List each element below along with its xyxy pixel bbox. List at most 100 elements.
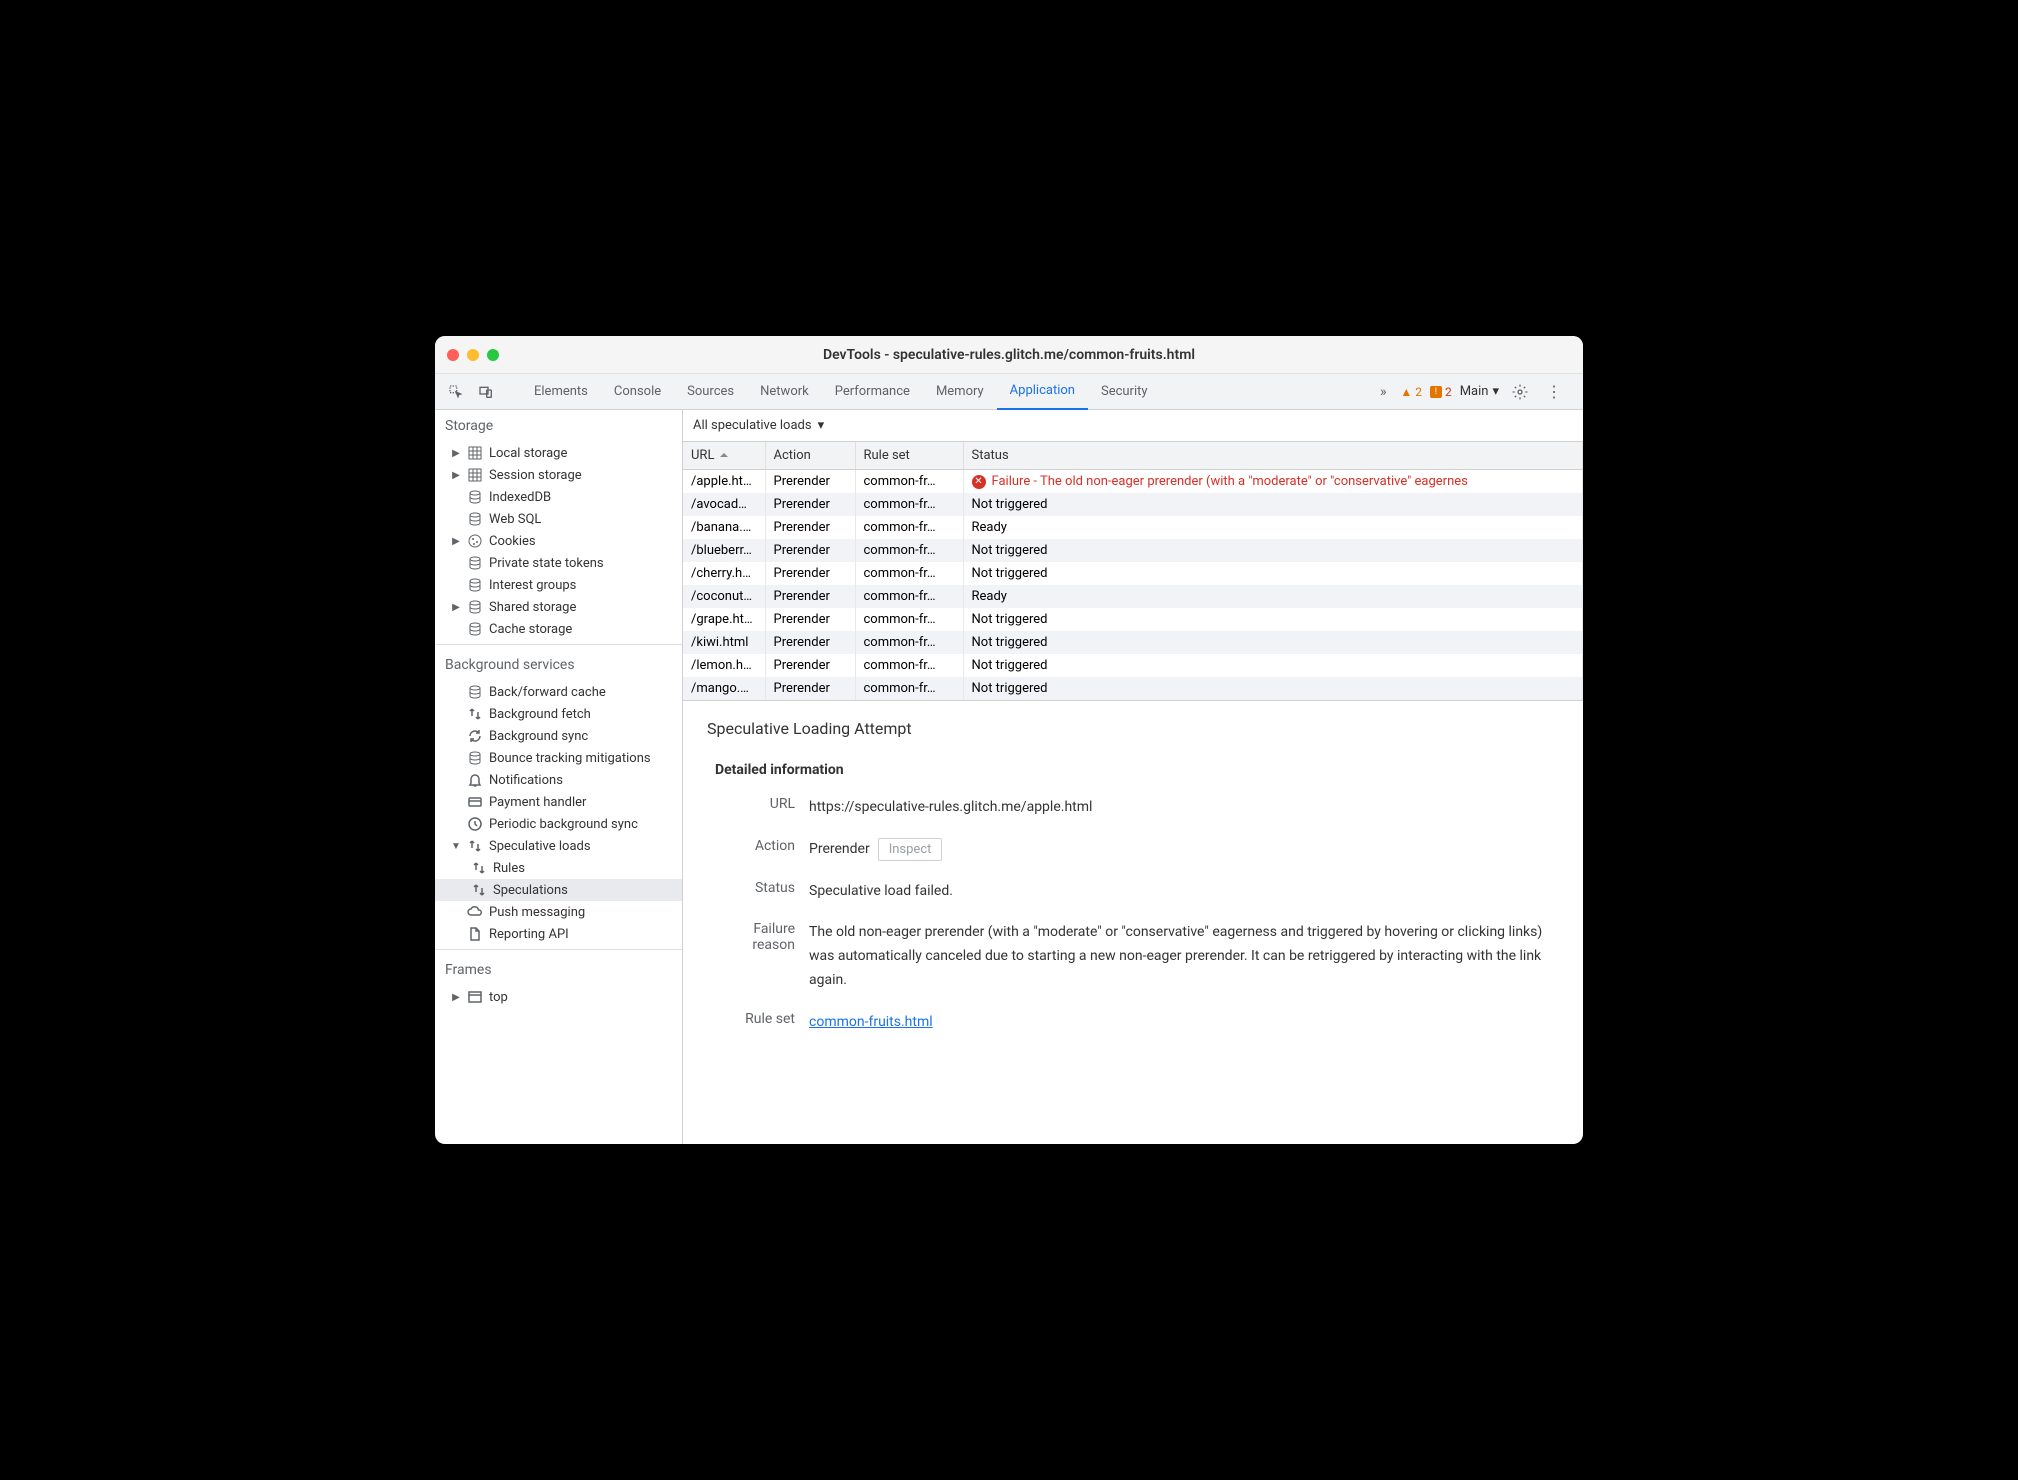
content-area: All speculative loads ▾ URL Action Rule … [683, 410, 1583, 1144]
db-icon [467, 750, 483, 766]
sidebar-item-rules[interactable]: Rules [435, 857, 682, 879]
inspect-button[interactable]: Inspect [878, 838, 943, 861]
detail-status: Speculative load failed. [809, 880, 1559, 904]
detail-failure: The old non-eager prerender (with a "mod… [809, 921, 1559, 992]
expand-arrow-icon: ▶ [451, 536, 461, 547]
sidebar-item-indexeddb[interactable]: IndexedDB [435, 486, 682, 508]
tab-application[interactable]: Application [997, 374, 1088, 410]
expand-arrow-icon: ▶ [451, 448, 461, 459]
sidebar-item-web-sql[interactable]: Web SQL [435, 508, 682, 530]
card-icon [467, 794, 483, 810]
sidebar-label: IndexedDB [489, 490, 551, 505]
sidebar-item-bounce-tracking-mitigations[interactable]: Bounce tracking mitigations [435, 747, 682, 769]
sidebar-label: Notifications [489, 773, 563, 788]
table-row[interactable]: /coconut…Prerendercommon-fr…Ready [683, 585, 1583, 608]
target-dropdown[interactable]: Main▾ [1460, 384, 1499, 399]
col-url[interactable]: URL [683, 442, 765, 470]
settings-icon[interactable] [1507, 379, 1533, 405]
table-row[interactable]: /banana.…Prerendercommon-fr…Ready [683, 516, 1583, 539]
sidebar-item-back/forward-cache[interactable]: Back/forward cache [435, 681, 682, 703]
sidebar-label: Private state tokens [489, 556, 604, 571]
tab-network[interactable]: Network [747, 374, 822, 410]
sidebar-label: Bounce tracking mitigations [489, 751, 651, 766]
details-title: Speculative Loading Attempt [707, 719, 1559, 738]
table-row[interactable]: /kiwi.htmlPrerendercommon-fr…Not trigger… [683, 631, 1583, 654]
error-icon: ! [1430, 386, 1442, 398]
tab-elements[interactable]: Elements [521, 374, 601, 410]
table-row[interactable]: /lemon.h…Prerendercommon-fr…Not triggere… [683, 654, 1583, 677]
sidebar-item-push-messaging[interactable]: Push messaging [435, 901, 682, 923]
col-ruleset[interactable]: Rule set [855, 442, 963, 470]
table-row[interactable]: /mango.…Prerendercommon-fr…Not triggered [683, 677, 1583, 700]
sidebar-label: Periodic background sync [489, 817, 638, 832]
close-window[interactable] [447, 349, 459, 361]
col-status[interactable]: Status [963, 442, 1583, 470]
sidebar-label: Rules [493, 861, 525, 876]
sidebar-label: Push messaging [489, 905, 585, 920]
sidebar-item-background-sync[interactable]: Background sync [435, 725, 682, 747]
sidebar-item-reporting-api[interactable]: Reporting API [435, 923, 682, 945]
db-icon [467, 577, 483, 593]
warning-icon: ▲ [1400, 385, 1412, 399]
sidebar-item-speculations[interactable]: Speculations [435, 879, 682, 901]
label-url: URL [715, 796, 809, 820]
window-controls [447, 349, 499, 361]
sidebar-item-top[interactable]: ▶top [435, 986, 682, 1008]
warnings-badge[interactable]: ▲2 [1400, 385, 1422, 399]
more-icon[interactable]: ⋮ [1541, 379, 1567, 405]
sidebar-item-periodic-background-sync[interactable]: Periodic background sync [435, 813, 682, 835]
table-row[interactable]: /blueberr…Prerendercommon-fr…Not trigger… [683, 539, 1583, 562]
inspect-element-icon[interactable] [443, 379, 469, 405]
tab-security[interactable]: Security [1088, 374, 1161, 410]
sidebar-item-background-fetch[interactable]: Background fetch [435, 703, 682, 725]
section-background-services: Background services [435, 649, 682, 681]
sidebar-item-private-state-tokens[interactable]: Private state tokens [435, 552, 682, 574]
expand-arrow-icon: ▶ [451, 602, 461, 613]
details-section: Detailed information [707, 762, 1559, 778]
tab-sources[interactable]: Sources [674, 374, 747, 410]
maximize-window[interactable] [487, 349, 499, 361]
table-row[interactable]: /grape.htmlPrerendercommon-fr…Not trigge… [683, 608, 1583, 631]
section-storage: Storage [435, 410, 682, 442]
sidebar-item-payment-handler[interactable]: Payment handler [435, 791, 682, 813]
errors-badge[interactable]: !2 [1430, 385, 1452, 399]
minimize-window[interactable] [467, 349, 479, 361]
window-title: DevTools - speculative-rules.glitch.me/c… [435, 347, 1583, 363]
tab-performance[interactable]: Performance [822, 374, 923, 410]
sidebar-item-speculative-loads[interactable]: ▼Speculative loads [435, 835, 682, 857]
label-failure: Failure reason [715, 921, 809, 992]
device-toggle-icon[interactable] [473, 379, 499, 405]
db-icon [467, 511, 483, 527]
sidebar-label: Background fetch [489, 707, 591, 722]
updown-icon [471, 882, 487, 898]
section-frames: Frames [435, 954, 682, 986]
more-tabs-icon[interactable]: » [1370, 379, 1396, 405]
sidebar-label: Session storage [489, 468, 582, 483]
sidebar-item-notifications[interactable]: Notifications [435, 769, 682, 791]
table-row[interactable]: /apple.htmlPrerendercommon-fr…✕Failure -… [683, 470, 1583, 494]
label-ruleset: Rule set [715, 1011, 809, 1035]
updown-icon [471, 860, 487, 876]
ruleset-link[interactable]: common-fruits.html [809, 1014, 933, 1030]
panel-body: Storage▶Local storage▶Session storageInd… [435, 410, 1583, 1144]
filter-dropdown[interactable]: All speculative loads ▾ [683, 410, 1583, 442]
doc-icon [467, 926, 483, 942]
sidebar-item-cache-storage[interactable]: Cache storage [435, 618, 682, 640]
error-icon: ✕ [972, 475, 986, 489]
tab-console[interactable]: Console [601, 374, 674, 410]
sidebar-item-local-storage[interactable]: ▶Local storage [435, 442, 682, 464]
cookie-icon [467, 533, 483, 549]
sidebar-item-interest-groups[interactable]: Interest groups [435, 574, 682, 596]
table-row[interactable]: /cherry.h…Prerendercommon-fr…Not trigger… [683, 562, 1583, 585]
sidebar-label: Background sync [489, 729, 588, 744]
updown-icon [467, 838, 483, 854]
col-action[interactable]: Action [765, 442, 855, 470]
sidebar-item-shared-storage[interactable]: ▶Shared storage [435, 596, 682, 618]
sidebar-item-session-storage[interactable]: ▶Session storage [435, 464, 682, 486]
db-icon [467, 599, 483, 615]
table-row[interactable]: /avocad…Prerendercommon-fr…Not triggered [683, 493, 1583, 516]
tab-memory[interactable]: Memory [923, 374, 997, 410]
sidebar-label: Cache storage [489, 622, 572, 637]
sidebar-item-cookies[interactable]: ▶Cookies [435, 530, 682, 552]
sidebar-label: Back/forward cache [489, 685, 606, 700]
